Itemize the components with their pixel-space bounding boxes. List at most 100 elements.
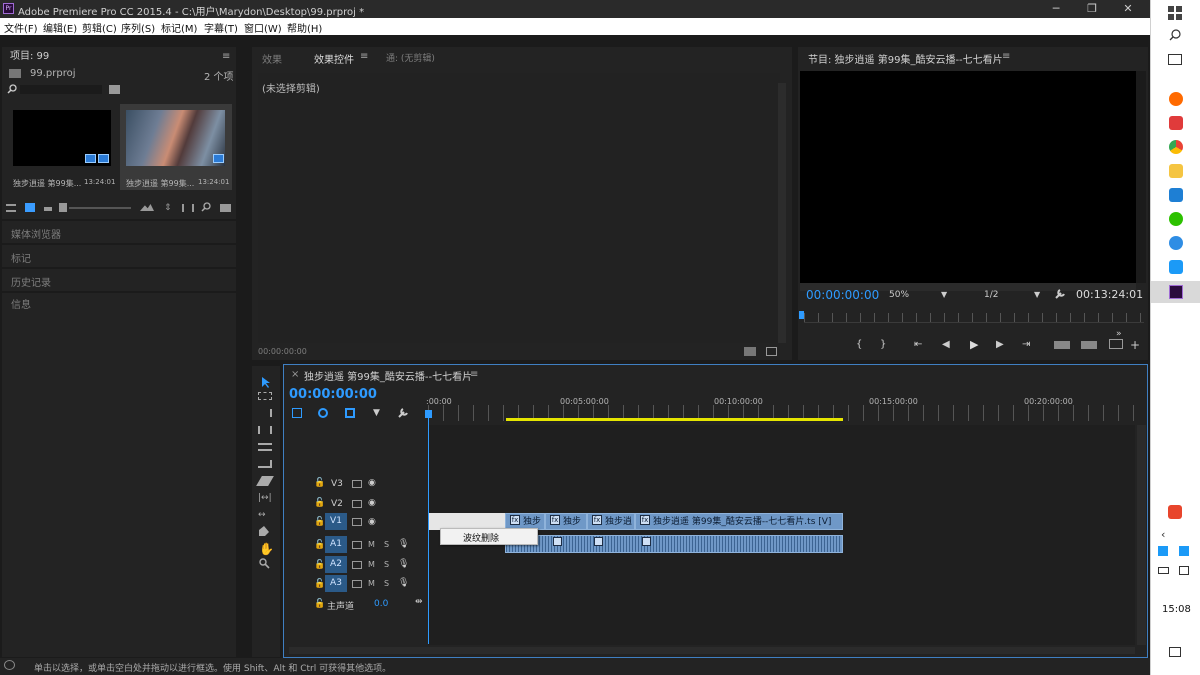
solo-button[interactable]: S: [384, 560, 389, 569]
lock-icon[interactable]: 🔓: [314, 579, 325, 589]
menu-clip[interactable]: 剪辑(C): [82, 20, 117, 35]
lock-icon[interactable]: 🔓: [314, 560, 325, 570]
track-v1-target[interactable]: V1: [325, 513, 347, 530]
mark-in-icon[interactable]: {: [856, 339, 862, 350]
mute-button[interactable]: M: [368, 579, 375, 588]
mute-button[interactable]: M: [368, 560, 375, 569]
toggle-sync-lock-icon[interactable]: [352, 580, 362, 588]
project-item-selected[interactable]: 独步逍遥 第99集... 13:24:01: [120, 104, 232, 190]
filter-icon[interactable]: [744, 347, 756, 356]
icon-view-icon[interactable]: [25, 203, 35, 212]
track-a3-target[interactable]: A3: [325, 575, 347, 592]
expand-icon[interactable]: ⇹: [415, 597, 423, 607]
zoom-dropdown-icon[interactable]: ▼: [941, 290, 947, 299]
slip-tool-icon[interactable]: |↔|: [258, 493, 272, 503]
lock-icon[interactable]: 🔓: [314, 478, 325, 488]
marker-icon[interactable]: ▼: [373, 408, 380, 418]
microphone-icon[interactable]: 🎙: [398, 578, 409, 588]
playhead-handle[interactable]: [425, 410, 432, 418]
freeform-view-icon[interactable]: [44, 207, 52, 211]
video-clip[interactable]: fx 独步逍遥 第99集_酷安云播--七七看片.ts [V]: [635, 513, 843, 530]
step-back-icon[interactable]: ◀: [942, 339, 950, 350]
export-frame-icon[interactable]: [1109, 339, 1123, 349]
resolution-dropdown-icon[interactable]: ▼: [1034, 290, 1040, 299]
tray-app-icon[interactable]: [1168, 505, 1182, 519]
project-item[interactable]: 独步逍遥 第99集... 13:24:01: [7, 104, 115, 190]
new-folder-icon[interactable]: [220, 204, 231, 212]
microphone-icon[interactable]: 🎙: [398, 539, 409, 549]
program-timecode[interactable]: 00:00:00:00: [806, 288, 879, 302]
info-panel[interactable]: 信息: [2, 293, 236, 657]
zoom-out-icon[interactable]: [59, 203, 67, 212]
chrome-icon[interactable]: [1169, 140, 1183, 154]
track-a1-target[interactable]: A1: [325, 536, 347, 553]
tab-audio-mixer[interactable]: 通: (无剪辑): [386, 51, 435, 64]
automate-icon[interactable]: ⇕: [164, 203, 172, 213]
tray-app-icon[interactable]: [1158, 546, 1168, 556]
lock-icon[interactable]: 🔓: [314, 599, 325, 609]
sort-icon[interactable]: [140, 204, 154, 211]
playhead-marker[interactable]: [799, 311, 804, 319]
search-icon[interactable]: [1169, 29, 1181, 41]
toggle-sync-lock-icon[interactable]: [352, 561, 362, 569]
razor-tool-icon[interactable]: [256, 476, 274, 486]
playhead-line[interactable]: [428, 411, 429, 644]
play-icon[interactable]: ▶: [970, 338, 978, 351]
program-time-ruler[interactable]: [804, 313, 1144, 323]
resolution-select[interactable]: 1/2: [984, 290, 998, 300]
search-icon[interactable]: [7, 84, 17, 94]
restore-button[interactable]: ❐: [1078, 1, 1106, 17]
vscode-icon[interactable]: [1169, 188, 1183, 202]
go-to-out-icon[interactable]: ⇥: [1022, 339, 1030, 350]
ripple-edit-tool-icon[interactable]: [258, 409, 272, 417]
lock-icon[interactable]: 🔓: [314, 517, 325, 527]
add-button-icon[interactable]: +: [1130, 338, 1140, 352]
menu-window[interactable]: 窗口(W): [244, 20, 282, 35]
list-view-icon[interactable]: [6, 204, 16, 212]
bin-icon[interactable]: [182, 204, 194, 212]
lock-icon[interactable]: 🔓: [314, 498, 325, 508]
eye-icon[interactable]: ◉: [368, 517, 376, 527]
export-icon[interactable]: [766, 347, 777, 356]
pen-tool-icon[interactable]: [259, 526, 269, 536]
step-forward-icon[interactable]: ▶: [996, 339, 1004, 350]
lift-icon[interactable]: [1054, 341, 1070, 349]
work-area-bar[interactable]: [506, 418, 843, 421]
video-clip[interactable]: fx 独步逍: [587, 513, 635, 530]
master-volume-value[interactable]: 0.0: [374, 599, 388, 609]
vertical-scrollbar[interactable]: [778, 83, 786, 343]
context-menu-ripple-delete[interactable]: 波纹删除: [463, 531, 499, 544]
notification-icon[interactable]: [1169, 647, 1181, 657]
panel-menu-icon[interactable]: ≡: [1002, 51, 1010, 62]
slide-tool-icon[interactable]: ↔: [258, 510, 266, 520]
mark-out-icon[interactable]: }: [880, 339, 886, 350]
zoom-select[interactable]: 50%: [889, 290, 909, 300]
menu-marker[interactable]: 标记(M): [161, 20, 197, 35]
settings-wrench-icon[interactable]: [1054, 288, 1066, 300]
add-marker-icon[interactable]: [345, 408, 355, 418]
track-select-tool-icon[interactable]: [258, 392, 272, 400]
menu-sequence[interactable]: 序列(S): [121, 20, 155, 35]
wechat-icon[interactable]: [1169, 212, 1183, 226]
app-search-icon[interactable]: [1169, 92, 1183, 106]
new-bin-icon[interactable]: [109, 85, 120, 94]
timeline-timecode[interactable]: 00:00:00:00: [289, 387, 377, 402]
microphone-icon[interactable]: 🎙: [398, 559, 409, 569]
extract-icon[interactable]: [1081, 341, 1097, 349]
chevron-left-icon[interactable]: ‹: [1161, 528, 1165, 541]
close-button[interactable]: ✕: [1114, 1, 1142, 17]
tab-effect-controls[interactable]: 效果控件: [314, 51, 354, 66]
toggle-sync-lock-icon[interactable]: [352, 480, 362, 488]
project-search-input[interactable]: [20, 85, 102, 94]
taskbar-active-item[interactable]: [1151, 281, 1200, 303]
clock-time[interactable]: 15:08: [1162, 604, 1191, 615]
menu-help[interactable]: 帮助(H): [287, 20, 322, 35]
network-icon[interactable]: [1179, 566, 1189, 575]
zoom-tool-icon[interactable]: [259, 558, 270, 569]
history-panel[interactable]: 历史记录: [2, 269, 236, 291]
menu-title[interactable]: 字幕(T): [204, 20, 238, 35]
app-red-icon[interactable]: [1169, 116, 1183, 130]
minimize-button[interactable]: ─: [1042, 1, 1070, 17]
battery-icon[interactable]: [1158, 567, 1169, 574]
panel-menu-icon[interactable]: ≡: [470, 369, 478, 380]
